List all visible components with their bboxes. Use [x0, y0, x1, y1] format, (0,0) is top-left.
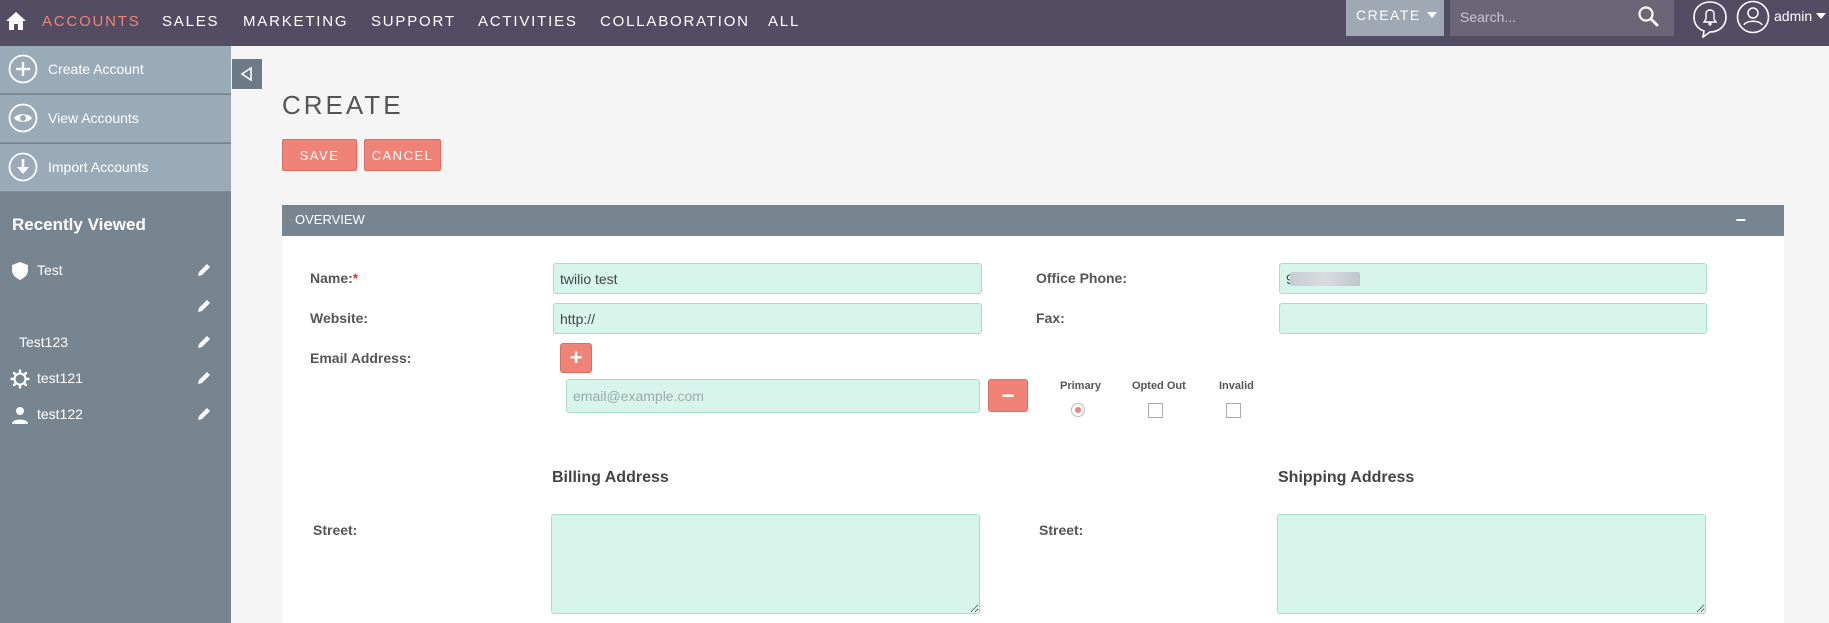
opted-out-label: Opted Out: [1132, 380, 1186, 392]
invalid-label: Invalid: [1219, 380, 1254, 392]
recent-item-label[interactable]: Test123: [19, 334, 68, 350]
website-label: Website:: [310, 310, 369, 326]
download-circle-icon: [8, 152, 38, 182]
opted-out-checkbox[interactable]: [1148, 403, 1163, 418]
recent-item: test122: [0, 400, 231, 430]
recent-item: test121: [0, 364, 231, 394]
nav-collaboration[interactable]: COLLABORATION: [600, 13, 750, 30]
pencil-icon[interactable]: [196, 334, 212, 350]
overview-panel-header[interactable]: OVERVIEW −: [282, 205, 1784, 236]
user-name: admin: [1774, 8, 1813, 24]
shipping-street-label: Street:: [1039, 522, 1084, 538]
nav-support[interactable]: SUPPORT: [371, 13, 456, 30]
chevron-down-icon: [1426, 12, 1437, 18]
billing-street-input[interactable]: [551, 514, 980, 614]
email-input[interactable]: [566, 379, 980, 413]
gear-icon: [10, 369, 30, 389]
user-avatar-icon[interactable]: [1736, 0, 1770, 34]
fax-input[interactable]: [1279, 303, 1707, 334]
pencil-icon[interactable]: [196, 298, 212, 314]
invalid-checkbox[interactable]: [1226, 403, 1241, 418]
eye-icon: [8, 103, 38, 133]
page-title: CREATE: [282, 90, 404, 120]
website-input[interactable]: [553, 303, 982, 334]
primary-radio[interactable]: [1071, 403, 1085, 417]
sidebar-collapse-button[interactable]: [232, 59, 262, 89]
nav-all[interactable]: ALL: [768, 13, 800, 30]
search-input[interactable]: [1460, 7, 1630, 27]
pencil-icon[interactable]: [196, 406, 212, 422]
billing-street-label: Street:: [313, 522, 358, 538]
recent-item: Test: [0, 256, 231, 286]
sidebar: Create Account View Accounts Import Acco…: [0, 46, 231, 623]
redacted-phone-digits: [1290, 272, 1360, 286]
home-icon[interactable]: [4, 9, 28, 33]
pencil-icon[interactable]: [196, 370, 212, 386]
recent-item-label[interactable]: test121: [37, 370, 83, 386]
nav-accounts[interactable]: ACCOUNTS: [42, 13, 141, 30]
add-email-button[interactable]: +: [560, 343, 592, 373]
recent-item: [0, 292, 231, 322]
panel-title: OVERVIEW: [295, 212, 365, 227]
primary-label: Primary: [1060, 380, 1101, 392]
plus-circle-icon: [8, 54, 38, 84]
nav-sales[interactable]: SALES: [162, 13, 219, 30]
recently-viewed-title: Recently Viewed: [12, 215, 146, 234]
import-accounts-action[interactable]: Import Accounts: [0, 144, 231, 192]
required-mark: *: [352, 270, 359, 286]
shipping-address-heading: Shipping Address: [1278, 469, 1415, 486]
cancel-button[interactable]: CANCEL: [364, 139, 441, 171]
create-dropdown-button[interactable]: CREATE: [1346, 0, 1444, 36]
collapse-minus-icon[interactable]: −: [1735, 210, 1746, 231]
recent-item-label[interactable]: Test: [37, 262, 63, 278]
shield-icon: [12, 262, 28, 280]
name-input[interactable]: [553, 263, 982, 294]
create-account-label: Create Account: [48, 61, 144, 77]
user-menu[interactable]: admin: [1774, 8, 1827, 24]
top-navigation: ACCOUNTS SALES MARKETING SUPPORT ACTIVIT…: [0, 0, 1829, 46]
billing-address-heading: Billing Address: [552, 469, 669, 486]
chevron-down-icon: [1816, 13, 1827, 19]
triangle-left-icon: [240, 66, 252, 82]
search-icon[interactable]: [1636, 4, 1660, 28]
shipping-street-input[interactable]: [1277, 514, 1706, 614]
import-accounts-label: Import Accounts: [48, 159, 149, 175]
name-label-text: Name:: [310, 270, 353, 286]
nav-marketing[interactable]: MARKETING: [243, 13, 348, 30]
notification-bell-icon[interactable]: [1692, 0, 1728, 38]
pencil-icon[interactable]: [196, 262, 212, 278]
recent-item-label[interactable]: test122: [37, 406, 83, 422]
search-box: [1450, 0, 1674, 36]
fax-label: Fax:: [1036, 310, 1065, 326]
remove-email-button[interactable]: −: [988, 379, 1028, 412]
view-accounts-action[interactable]: View Accounts: [0, 95, 231, 143]
office-phone-label: Office Phone:: [1036, 270, 1128, 286]
email-label: Email Address:: [310, 350, 412, 366]
save-button[interactable]: SAVE: [282, 139, 357, 171]
user-icon: [12, 407, 28, 424]
nav-activities[interactable]: ACTIVITIES: [478, 13, 578, 30]
view-accounts-label: View Accounts: [48, 110, 139, 126]
recent-item: Test123: [0, 328, 231, 358]
create-account-action[interactable]: Create Account: [0, 46, 231, 94]
create-label: CREATE: [1356, 7, 1421, 23]
name-label: Name:*: [310, 270, 358, 286]
